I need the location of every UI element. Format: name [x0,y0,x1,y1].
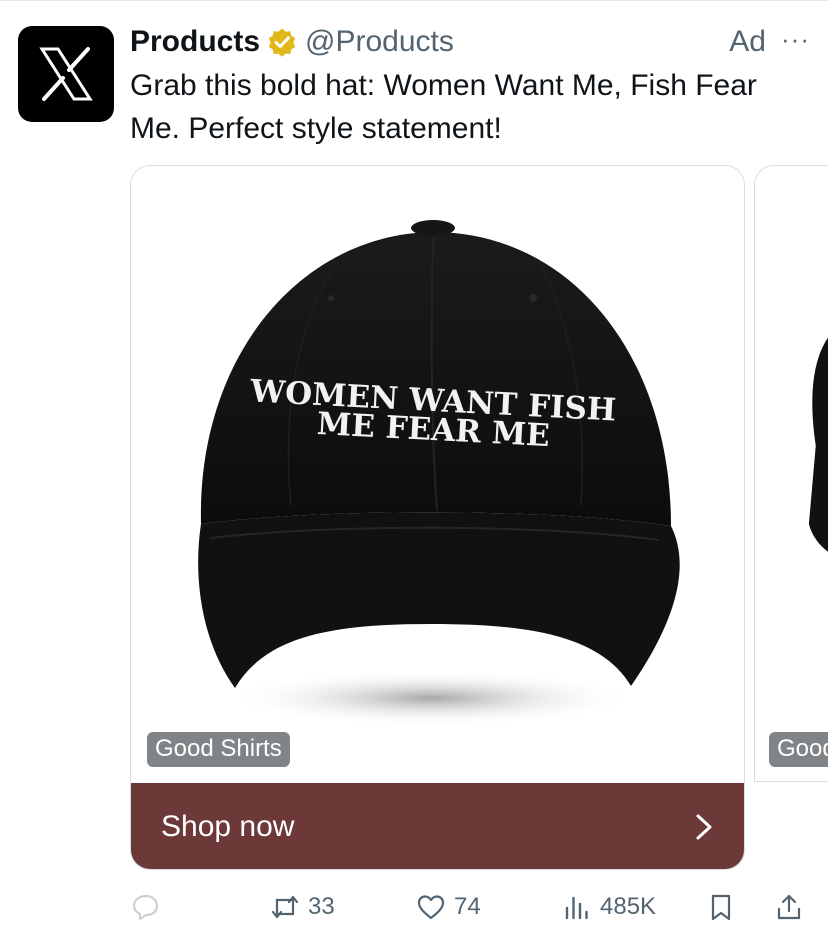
retweet-icon [271,895,299,919]
handle[interactable]: @Products [305,25,454,59]
more-options-icon[interactable]: ··· [781,24,810,55]
reply-icon [132,894,159,921]
media-carousel[interactable]: WOMEN WANT FISH ME FEAR ME Good Shirts S… [130,165,828,875]
verified-badge-icon[interactable] [267,27,297,57]
like-icon [417,895,445,920]
next-hat-illustration [808,337,828,552]
reply-button[interactable] [130,885,160,929]
bookmark-icon [711,894,731,921]
product-image[interactable]: WOMEN WANT FISH ME FEAR ME Good Shirts [131,166,744,783]
next-brand-badge: Good Shirts [769,732,828,767]
brand-badge: Good Shirts [147,732,290,767]
views-icon [565,896,588,920]
shop-now-label: Shop now [161,810,295,843]
action-bar: 33 74 485K [130,885,820,929]
post-header: Products @Products Ad ··· [130,22,810,62]
display-name[interactable]: Products [130,25,260,59]
ad-label: Ad [729,25,766,58]
share-button[interactable] [774,885,804,929]
views-count: 485K [600,893,657,920]
views-button[interactable]: 485K [562,885,656,929]
shop-now-button[interactable]: Shop now [131,783,744,869]
retweet-button[interactable]: 33 [270,885,335,929]
chevron-right-icon [696,814,712,840]
hat-illustration: WOMEN WANT FISH ME FEAR ME [198,220,680,726]
like-button[interactable]: 74 [416,885,481,929]
top-divider [0,0,828,1]
like-count: 74 [454,893,481,920]
bookmark-button[interactable] [706,885,736,929]
next-product-card[interactable]: Good Shirts [754,165,828,782]
x-logo-icon [39,47,93,101]
product-card[interactable]: WOMEN WANT FISH ME FEAR ME Good Shirts S… [130,165,745,870]
avatar[interactable] [18,26,114,122]
share-icon [777,894,801,920]
post-text: Grab this bold hat: Women Want Me, Fish … [130,69,757,145]
retweet-count: 33 [308,893,335,920]
